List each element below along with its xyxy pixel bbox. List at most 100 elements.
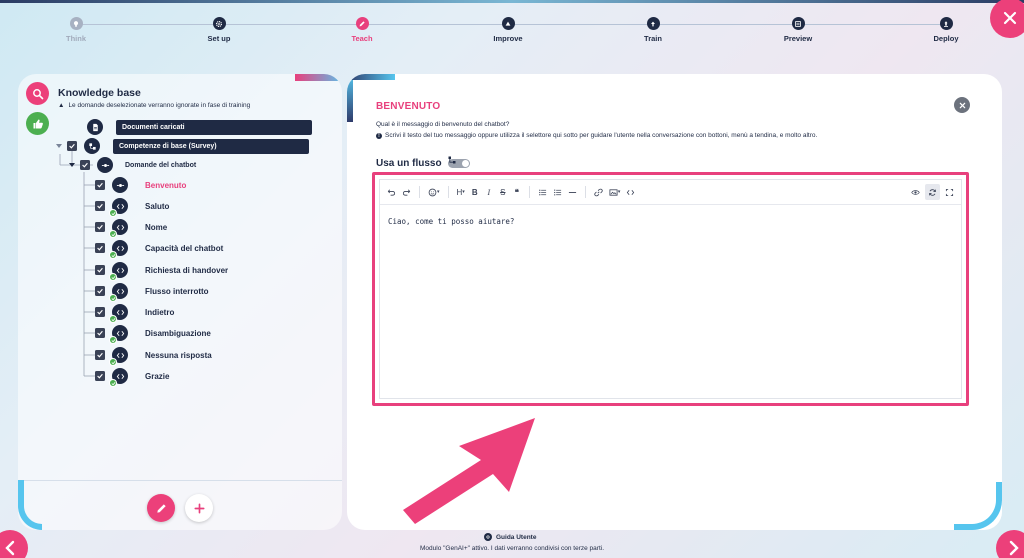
- search-button[interactable]: [26, 82, 49, 105]
- item-checkbox[interactable]: [95, 371, 105, 381]
- tree-row-documents[interactable]: Documenti caricati: [87, 118, 312, 136]
- list-item[interactable]: Grazie: [95, 367, 169, 387]
- emoji-icon[interactable]: ▾: [425, 184, 443, 200]
- item-checkbox[interactable]: [95, 350, 105, 360]
- training-warning: ▲ Le domande deselezionate verranno igno…: [58, 102, 250, 109]
- list-item[interactable]: Benvenuto: [95, 176, 186, 194]
- add-button[interactable]: [185, 494, 213, 522]
- item-checkbox[interactable]: [95, 201, 105, 211]
- next-step-button[interactable]: [996, 530, 1024, 558]
- message-editor: ▾ H ▾ B I S ❝ ▾ Ciao, come ti posso aiut…: [372, 172, 969, 406]
- user-guide-label[interactable]: Guida Utente: [496, 534, 536, 541]
- step-train[interactable]: Train: [608, 12, 698, 43]
- item-label[interactable]: Nessuna risposta: [145, 351, 212, 360]
- top-frame-bar: [0, 0, 1024, 3]
- check-badge-icon: [109, 230, 117, 238]
- user-guide-link[interactable]: Guida Utente: [484, 533, 536, 541]
- step-setup[interactable]: Set up: [174, 12, 264, 43]
- list-item[interactable]: Nessuna risposta: [95, 346, 212, 366]
- code-icon: [109, 283, 128, 302]
- item-label[interactable]: Flusso interrotto: [145, 287, 209, 296]
- step-think[interactable]: Think: [31, 12, 121, 43]
- strikethrough-icon[interactable]: S: [496, 184, 510, 200]
- eye-icon[interactable]: [908, 184, 923, 200]
- step-preview[interactable]: Preview: [753, 12, 843, 43]
- list-item[interactable]: Indietro: [95, 303, 174, 323]
- toggle-knob: [461, 160, 469, 167]
- step-deploy[interactable]: Deploy: [901, 12, 991, 43]
- previous-step-button[interactable]: [0, 530, 28, 558]
- horizontal-rule-icon[interactable]: [565, 184, 580, 200]
- code-icon: [109, 304, 128, 323]
- sync-icon[interactable]: [925, 184, 940, 200]
- use-flow-row: Usa un flusso: [376, 156, 470, 169]
- redo-icon[interactable]: [399, 184, 414, 200]
- list-item[interactable]: Richiesta di handover: [95, 261, 228, 281]
- code-icon: [109, 325, 128, 344]
- editor-text-area[interactable]: Ciao, come ti posso aiutare?: [380, 205, 961, 398]
- list-item[interactable]: Saluto: [95, 197, 169, 217]
- editor-frame: ▾ H ▾ B I S ❝ ▾ Ciao, come ti posso aiut…: [379, 179, 962, 399]
- edit-button[interactable]: [147, 494, 175, 522]
- item-checkbox[interactable]: [95, 265, 105, 275]
- undo-icon[interactable]: [384, 184, 399, 200]
- check-badge-icon: [109, 273, 117, 281]
- check-badge-icon: [109, 336, 117, 344]
- use-flow-label: Usa un flusso: [376, 158, 442, 169]
- code-block-icon[interactable]: [623, 184, 638, 200]
- editor-toolbar: ▾ H ▾ B I S ❝ ▾: [380, 180, 961, 205]
- item-checkbox[interactable]: [95, 286, 105, 296]
- info-text-content: Scrivi il testo del tuo messaggio oppure…: [385, 132, 818, 139]
- documents-pill[interactable]: Documenti caricati: [116, 119, 312, 135]
- item-label[interactable]: Nome: [145, 223, 167, 232]
- item-checkbox[interactable]: [95, 307, 105, 317]
- item-label[interactable]: Richiesta di handover: [145, 266, 228, 275]
- improve-icon: [501, 17, 515, 30]
- italic-icon[interactable]: I: [482, 184, 496, 200]
- code-icon: [109, 368, 128, 387]
- close-icon: [959, 102, 965, 108]
- item-checkbox[interactable]: [95, 243, 105, 253]
- step-improve[interactable]: Improve: [463, 12, 553, 43]
- check-badge-icon: [109, 358, 117, 366]
- close-panel-button[interactable]: [954, 97, 970, 113]
- message-editor-panel: BENVENUTO Qual è il messaggio di benvenu…: [347, 74, 1002, 530]
- code-icon: [109, 240, 128, 259]
- code-icon: [109, 219, 128, 238]
- list-item[interactable]: Nome: [95, 218, 167, 238]
- item-checkbox[interactable]: [95, 328, 105, 338]
- item-checkbox[interactable]: [95, 180, 105, 190]
- item-label[interactable]: Indietro: [145, 308, 174, 317]
- check-icon: [97, 330, 103, 336]
- item-label[interactable]: Saluto: [145, 202, 169, 211]
- fullscreen-icon[interactable]: [942, 184, 957, 200]
- quote-icon[interactable]: ❝: [510, 184, 524, 200]
- survey-checkbox[interactable]: [67, 141, 77, 151]
- item-checkbox[interactable]: [95, 222, 105, 232]
- tree-row-survey[interactable]: Competenze di base (Survey): [56, 137, 309, 155]
- list-item[interactable]: Flusso interrotto: [95, 282, 209, 302]
- bulleted-list-icon[interactable]: [535, 184, 550, 200]
- numbered-list-icon[interactable]: [550, 184, 565, 200]
- item-label[interactable]: Benvenuto: [145, 181, 186, 190]
- chevron-down-icon[interactable]: [69, 163, 75, 167]
- code-icon: [109, 262, 128, 281]
- item-label[interactable]: Disambiguazione: [145, 329, 211, 338]
- list-item[interactable]: Disambiguazione: [95, 324, 211, 344]
- list-item[interactable]: Capacità del chatbot: [95, 239, 223, 259]
- item-label[interactable]: Capacità del chatbot: [145, 244, 223, 253]
- close-wizard-button[interactable]: [990, 0, 1024, 38]
- image-icon[interactable]: ▾: [606, 184, 624, 200]
- questions-checkbox[interactable]: [80, 160, 90, 170]
- link-icon[interactable]: [591, 184, 606, 200]
- chevron-down-icon[interactable]: [56, 144, 62, 148]
- heading-icon[interactable]: H ▾: [454, 184, 468, 200]
- use-flow-toggle[interactable]: [447, 156, 470, 168]
- item-label[interactable]: Grazie: [145, 372, 169, 381]
- intent-icon: [112, 177, 128, 193]
- thumbs-up-button[interactable]: [26, 112, 49, 135]
- bold-icon[interactable]: B: [468, 184, 482, 200]
- tree-row-chatbot-questions[interactable]: Domande del chatbot: [69, 156, 196, 174]
- step-teach[interactable]: Teach: [317, 12, 407, 43]
- survey-pill[interactable]: Competenze di base (Survey): [113, 138, 309, 154]
